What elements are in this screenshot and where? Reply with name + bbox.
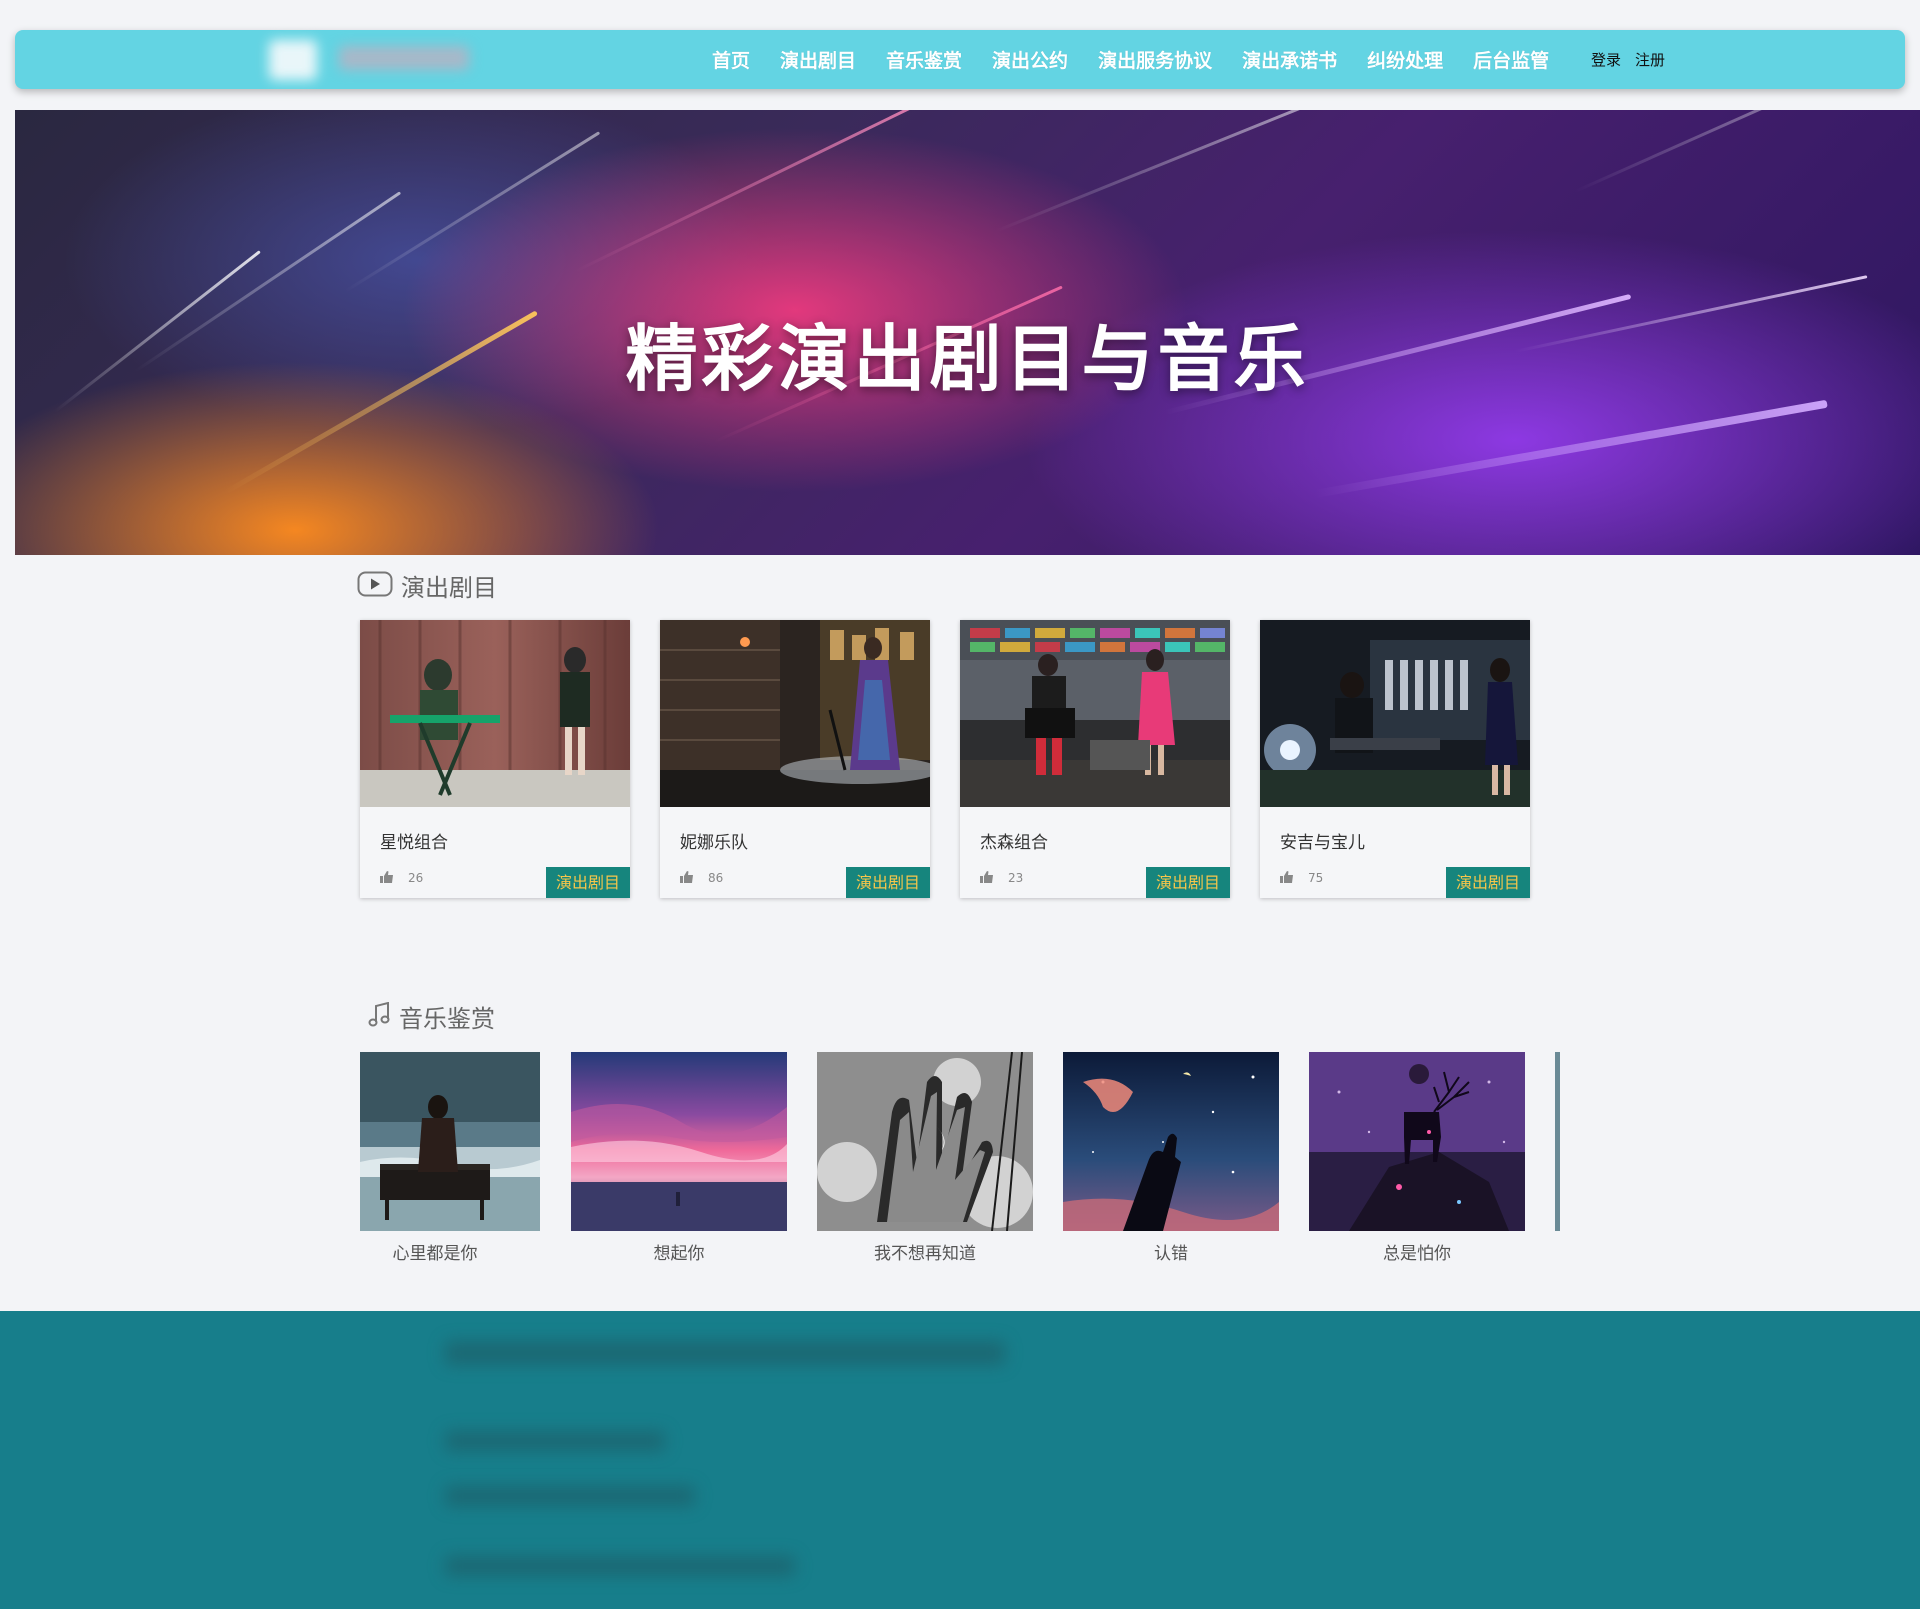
likes-count: 26	[408, 870, 424, 885]
light-streak	[574, 110, 954, 273]
logo-mark	[269, 40, 317, 80]
footer-blurred-text	[445, 1486, 695, 1506]
shows-section-title: 演出剧目	[401, 574, 497, 602]
likes-counter[interactable]: 23	[980, 868, 1023, 887]
music-note-icon	[367, 1001, 391, 1032]
register-link[interactable]: 注册	[1635, 49, 1665, 70]
music-title[interactable]: 总是怕你	[1309, 1239, 1525, 1264]
login-link[interactable]: 登录	[1591, 49, 1621, 70]
nav-item-disputes[interactable]: 纠纷处理	[1367, 46, 1443, 73]
show-card[interactable]: 安吉与宝儿 75 演出剧目	[1260, 620, 1530, 898]
nav-item-music[interactable]: 音乐鉴赏	[886, 46, 962, 73]
music-item[interactable]: 想起你	[571, 1052, 787, 1264]
show-thumbnail[interactable]	[660, 620, 930, 807]
show-thumbnail[interactable]	[1260, 620, 1530, 807]
nav-item-pledge[interactable]: 演出承诺书	[1242, 46, 1337, 73]
music-item[interactable]: 我不想再知道	[817, 1052, 1033, 1264]
music-cover[interactable]	[1063, 1052, 1279, 1231]
show-card[interactable]: 星悦组合 26 演出剧目	[360, 620, 630, 898]
top-navbar: 首页 演出剧目 音乐鉴赏 演出公约 演出服务协议 演出承诺书 纠纷处理 后台监管…	[15, 30, 1905, 89]
nav-item-home[interactable]: 首页	[712, 46, 750, 73]
auth-links: 登录 注册	[1591, 30, 1679, 89]
light-streak	[994, 110, 1348, 233]
thumbs-up-icon[interactable]	[980, 868, 994, 887]
music-title[interactable]: 我不想再知道	[817, 1239, 1033, 1264]
show-thumbnail[interactable]	[360, 620, 630, 807]
light-streak	[344, 131, 601, 293]
category-tag[interactable]: 演出剧目	[846, 867, 930, 898]
footer	[0, 1311, 1920, 1609]
music-item[interactable]: 认错	[1063, 1052, 1279, 1264]
footer-blurred-text	[445, 1431, 665, 1451]
site-logo[interactable]	[255, 36, 485, 82]
category-tag[interactable]: 演出剧目	[1146, 867, 1230, 898]
nav-item-convention[interactable]: 演出公约	[992, 46, 1068, 73]
light-streak	[1314, 399, 1828, 498]
thumbs-up-icon[interactable]	[1280, 868, 1294, 887]
play-icon	[357, 571, 393, 601]
music-cover[interactable]	[571, 1052, 787, 1231]
likes-count: 23	[1008, 870, 1024, 885]
likes-counter[interactable]: 86	[680, 868, 723, 887]
banner-title: 精彩演出剧目与音乐	[625, 317, 1310, 401]
show-card[interactable]: 妮娜乐队 86 演出剧目	[660, 620, 930, 898]
logo-text-blurred	[339, 46, 469, 70]
category-tag[interactable]: 演出剧目	[1446, 867, 1530, 898]
category-tag[interactable]: 演出剧目	[546, 867, 630, 898]
music-cover[interactable]	[1309, 1052, 1525, 1231]
nav-item-service-agreement[interactable]: 演出服务协议	[1098, 46, 1212, 73]
thumbs-up-icon[interactable]	[680, 868, 694, 887]
hero-banner: 精彩演出剧目与音乐	[15, 110, 1920, 555]
music-item[interactable]: 心里都是你	[360, 1052, 540, 1264]
show-thumbnail[interactable]	[960, 620, 1230, 807]
music-section-title: 音乐鉴赏	[399, 1005, 495, 1033]
show-name[interactable]: 安吉与宝儿	[1280, 828, 1365, 853]
music-item[interactable]: 总是怕你	[1309, 1052, 1525, 1264]
show-name[interactable]: 星悦组合	[380, 828, 448, 853]
likes-counter[interactable]: 75	[1280, 868, 1323, 887]
music-cover[interactable]	[817, 1052, 1033, 1231]
music-title[interactable]: 想起你	[571, 1239, 787, 1264]
music-title[interactable]: 认错	[1063, 1239, 1279, 1264]
likes-counter[interactable]: 26	[380, 868, 423, 887]
music-cover-partial[interactable]	[1555, 1052, 1560, 1231]
show-name[interactable]: 妮娜乐队	[680, 828, 748, 853]
show-name[interactable]: 杰森组合	[980, 828, 1048, 853]
footer-blurred-text	[445, 1341, 1005, 1365]
likes-count: 75	[1308, 870, 1324, 885]
nav-item-shows[interactable]: 演出剧目	[780, 46, 856, 73]
music-title[interactable]: 心里都是你	[360, 1239, 510, 1264]
shows-section-header: 演出剧目	[357, 568, 497, 603]
music-cover[interactable]	[360, 1052, 540, 1231]
footer-blurred-text	[445, 1556, 795, 1576]
music-section-header: 音乐鉴赏	[367, 999, 495, 1034]
light-streak	[1574, 110, 1850, 193]
nav-item-admin[interactable]: 后台监管	[1473, 46, 1549, 73]
show-card[interactable]: 杰森组合 23 演出剧目	[960, 620, 1230, 898]
likes-count: 86	[708, 870, 724, 885]
main-nav: 首页 演出剧目 音乐鉴赏 演出公约 演出服务协议 演出承诺书 纠纷处理 后台监管	[712, 30, 1579, 89]
thumbs-up-icon[interactable]	[380, 868, 394, 887]
